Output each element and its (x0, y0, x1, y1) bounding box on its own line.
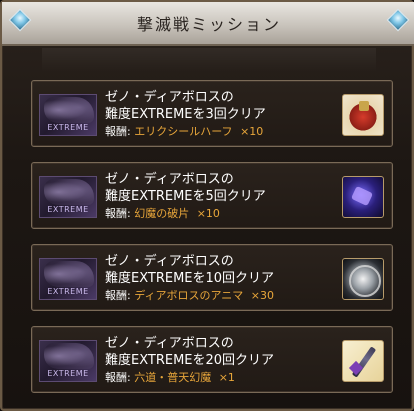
diaboros-icon (44, 261, 94, 287)
weapon-icon (342, 340, 384, 382)
phantom-fragment-icon (342, 176, 384, 218)
reward-item-name: ディアボロスのアニマ (134, 289, 244, 302)
mission-line-1: ゼノ・ディアボロスの (105, 90, 234, 105)
mission-line-1: ゼノ・ディアボロスの (105, 336, 234, 351)
mission-description: ゼノ・ディアボロスの 難度EXTREMEを5回クリア 報酬: 幻魔の破片 ×10 (105, 171, 335, 222)
difficulty-badge: EXTREME (47, 123, 89, 132)
mission-description: ゼノ・ディアボロスの 難度EXTREMEを20回クリア 報酬: 六道・普天幻魔 … (105, 335, 335, 386)
reward-label: 報酬: (105, 125, 131, 138)
window-header: 撃滅戦ミッション (2, 2, 414, 46)
gem-ornament-icon (8, 8, 32, 32)
mission-line-1: ゼノ・ディアボロスの (105, 172, 234, 187)
reward-count: ×30 (250, 289, 274, 302)
reward-item-name: 六道・普天幻魔 (134, 371, 212, 384)
mission-window: 撃滅戦ミッション EXTREME ゼノ・ディアボロスの 難度EXTREMEを3回… (0, 0, 414, 411)
diaboros-icon (44, 97, 94, 123)
reward-line: 報酬: 六道・普天幻魔 ×1 (105, 370, 335, 386)
quest-thumbnail: EXTREME (39, 340, 97, 382)
diaboros-icon (44, 179, 94, 205)
mission-item[interactable]: EXTREME ゼノ・ディアボロスの 難度EXTREMEを5回クリア 報酬: 幻… (31, 162, 393, 229)
reward-count: ×10 (240, 125, 264, 138)
mission-line-2: 難度EXTREMEを5回クリア (105, 189, 266, 204)
quest-thumbnail: EXTREME (39, 258, 97, 300)
mission-description: ゼノ・ディアボロスの 難度EXTREMEを3回クリア 報酬: エリクシールハーフ… (105, 89, 335, 140)
difficulty-badge: EXTREME (47, 205, 89, 214)
reward-line: 報酬: 幻魔の破片 ×10 (105, 206, 335, 222)
mission-line-2: 難度EXTREMEを20回クリア (105, 353, 275, 368)
gem-ornament-icon (386, 8, 410, 32)
reward-count: ×1 (218, 371, 235, 384)
background-banner (42, 48, 376, 72)
reward-label: 報酬: (105, 207, 131, 220)
diaboros-icon (44, 343, 94, 369)
mission-item[interactable]: EXTREME ゼノ・ディアボロスの 難度EXTREMEを10回クリア 報酬: … (31, 244, 393, 311)
mission-item[interactable]: EXTREME ゼノ・ディアボロスの 難度EXTREMEを3回クリア 報酬: エ… (31, 80, 393, 147)
quest-thumbnail: EXTREME (39, 176, 97, 218)
reward-label: 報酬: (105, 289, 131, 302)
elixir-half-icon (342, 94, 384, 136)
difficulty-badge: EXTREME (47, 369, 89, 378)
reward-label: 報酬: (105, 371, 131, 384)
difficulty-badge: EXTREME (47, 287, 89, 296)
reward-line: 報酬: ディアボロスのアニマ ×30 (105, 288, 335, 304)
reward-count: ×10 (196, 207, 220, 220)
reward-item-name: エリクシールハーフ (134, 125, 233, 138)
mission-line-2: 難度EXTREMEを3回クリア (105, 107, 266, 122)
reward-line: 報酬: エリクシールハーフ ×10 (105, 124, 335, 140)
mission-description: ゼノ・ディアボロスの 難度EXTREMEを10回クリア 報酬: ディアボロスのア… (105, 253, 335, 304)
diaboros-anima-icon (342, 258, 384, 300)
reward-item-name: 幻魔の破片 (134, 207, 190, 220)
quest-thumbnail: EXTREME (39, 94, 97, 136)
window-title: 撃滅戦ミッション (136, 15, 281, 34)
mission-line-1: ゼノ・ディアボロスの (105, 254, 234, 269)
mission-item[interactable]: EXTREME ゼノ・ディアボロスの 難度EXTREMEを20回クリア 報酬: … (31, 326, 393, 393)
mission-line-2: 難度EXTREMEを10回クリア (105, 271, 275, 286)
